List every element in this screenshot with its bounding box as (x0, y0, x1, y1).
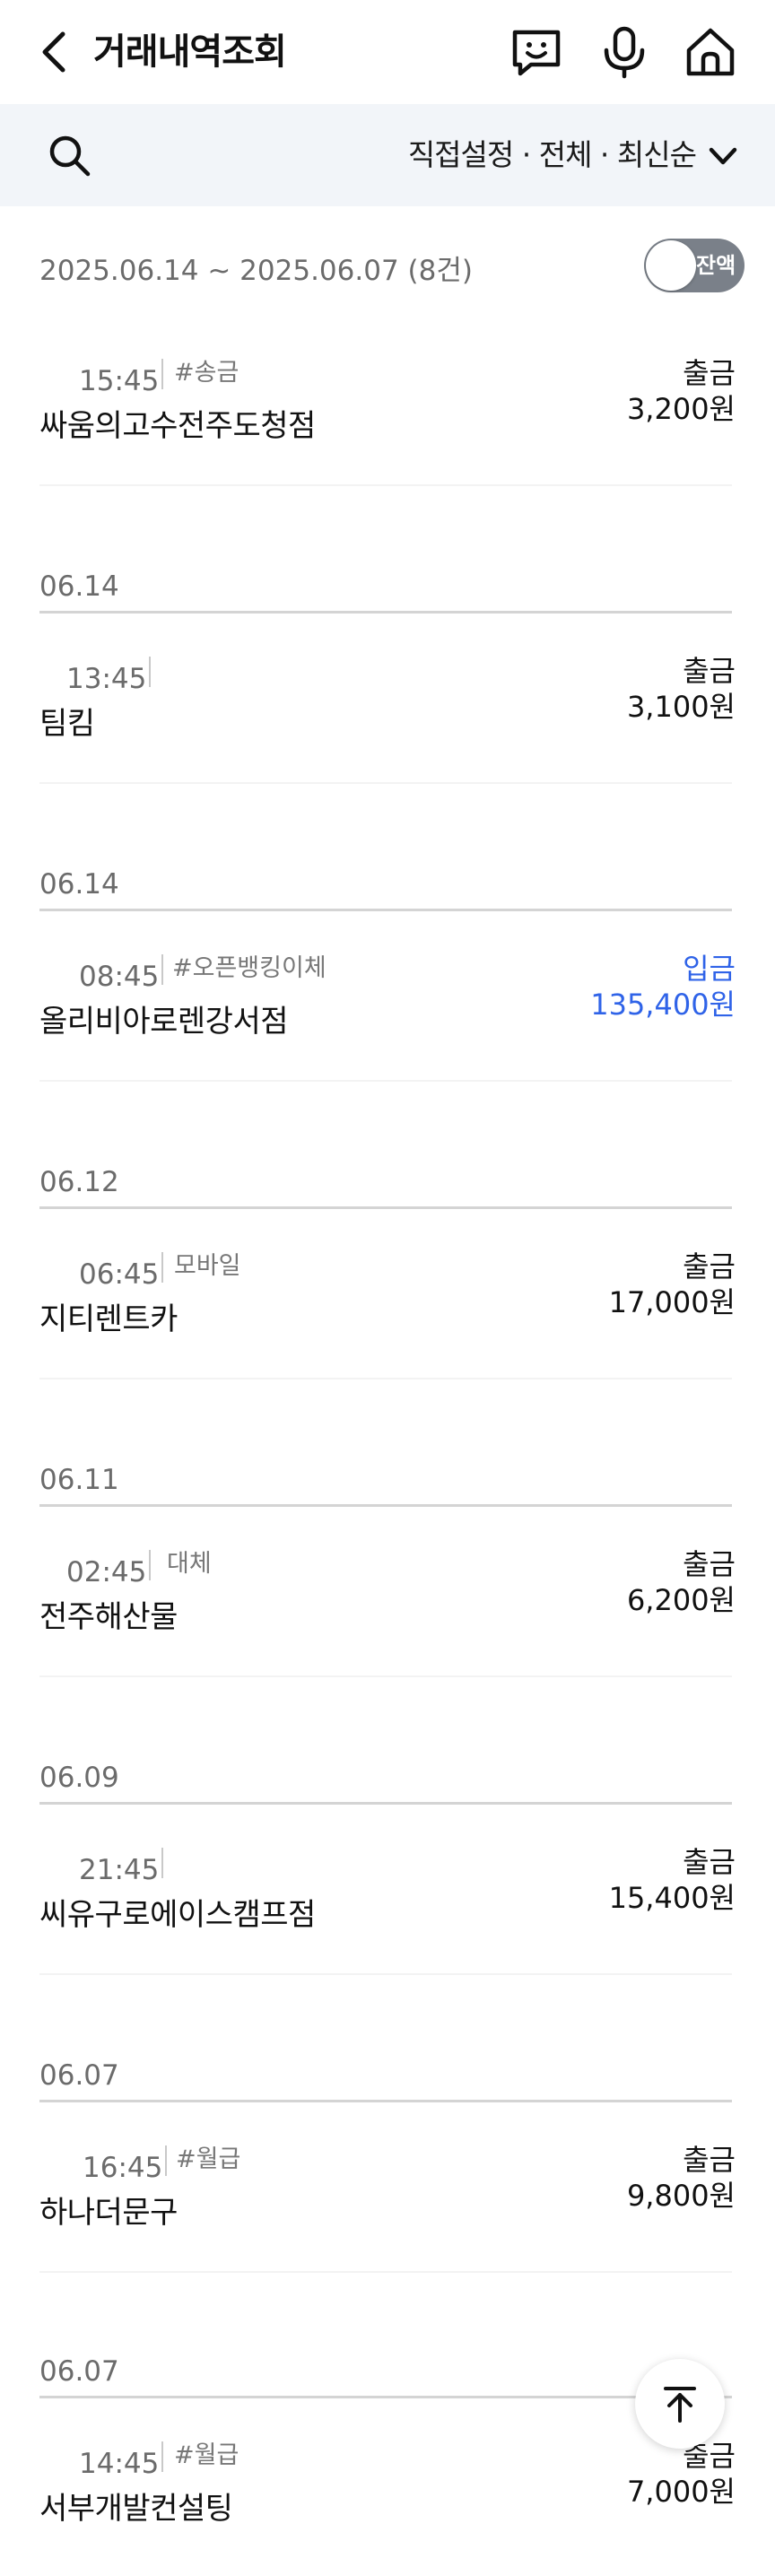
date-header: 06.07 (39, 2355, 119, 2388)
date-divider (39, 1206, 732, 1209)
date-header: 06.14 (39, 868, 119, 901)
transaction-amount: 17,000원 (608, 1285, 736, 1319)
time-separator (161, 1848, 163, 1878)
transaction-amount: 3,100원 (626, 690, 736, 724)
time-separator (149, 1550, 151, 1580)
transaction-item[interactable]: 14:45 #월급 서부개발컨설팅 출금 7,000원 (0, 2439, 775, 2576)
transaction-tag: #송금 (174, 359, 239, 387)
transaction-item[interactable]: 06:45 모바일 지티렌트카 출금 17,000원 (0, 1249, 775, 1387)
date-header: 06.12 (39, 1166, 119, 1198)
date-header: 06.07 (39, 2059, 119, 2092)
transaction-item[interactable]: 02:45 대체 전주해산물 출금 6,200원 (0, 1547, 775, 1684)
transaction-type: 출금 (683, 1845, 736, 1879)
time-separator (161, 359, 163, 389)
filter-bar: 직접설정 · 전체 · 최신순 (0, 104, 775, 206)
toggle-knob (646, 240, 696, 291)
transaction-type: 출금 (683, 356, 736, 390)
date-divider (39, 1504, 732, 1507)
transaction-merchant: 팀킴 (39, 706, 95, 742)
transaction-time: 15:45 (79, 365, 160, 397)
transaction-merchant: 지티렌트카 (39, 1301, 178, 1337)
transaction-item[interactable]: 16:45 #월급 하나더문구 출금 9,800원 (0, 2143, 775, 2280)
transaction-time: 14:45 (79, 2448, 160, 2480)
date-divider (39, 611, 732, 614)
transaction-merchant: 서부개발컨설팅 (39, 2491, 233, 2527)
date-header: 06.11 (39, 1464, 119, 1496)
transaction-amount: 15,400원 (608, 1881, 736, 1915)
transaction-tag: #오픈뱅킹이체 (172, 954, 327, 982)
page-title: 거래내역조회 (93, 31, 287, 73)
chat-bot-icon[interactable] (509, 25, 563, 79)
date-header: 06.09 (39, 1762, 119, 1794)
transaction-tag: #월급 (176, 2145, 241, 2173)
date-divider (39, 2396, 732, 2398)
row-divider (39, 1080, 732, 1082)
row-divider (39, 782, 732, 784)
transaction-type: 출금 (683, 1249, 736, 1284)
transaction-time: 02:45 (66, 1556, 147, 1588)
transaction-merchant: 씨유구로에이스캠프점 (39, 1897, 316, 1933)
transaction-item[interactable]: 13:45 팀킴 출금 3,100원 (0, 654, 775, 791)
transaction-time: 08:45 (79, 961, 160, 993)
date-divider (39, 909, 732, 911)
transaction-type: 출금 (683, 2143, 736, 2177)
transaction-item[interactable]: 21:45 씨유구로에이스캠프점 출금 15,400원 (0, 1845, 775, 1982)
transaction-time: 13:45 (66, 663, 147, 695)
transaction-tag: #월급 (174, 2441, 239, 2469)
transaction-merchant: 전주해산물 (39, 1599, 178, 1635)
time-separator (161, 954, 163, 985)
time-separator (161, 2441, 163, 2472)
chevron-down-icon[interactable] (707, 140, 739, 172)
date-divider (39, 2100, 732, 2102)
balance-toggle-label: 잔액 (696, 253, 736, 278)
transaction-type: 출금 (683, 1547, 736, 1581)
transaction-merchant: 올리비아로렌강서점 (39, 1004, 289, 1040)
row-divider (39, 1973, 732, 1975)
home-icon[interactable] (684, 25, 737, 79)
time-separator (165, 2145, 167, 2176)
row-divider (39, 1675, 732, 1677)
time-separator (161, 1252, 163, 1283)
back-arrow-icon[interactable] (36, 29, 75, 75)
row-divider (39, 484, 732, 486)
transaction-time: 21:45 (79, 1854, 160, 1886)
row-divider (39, 1378, 732, 1379)
app-header: 거래내역조회 (0, 0, 775, 104)
arrow-up-icon (664, 2387, 696, 2423)
balance-toggle[interactable]: 잔액 (644, 239, 745, 292)
date-divider (39, 1802, 732, 1805)
transaction-amount: 135,400원 (590, 988, 736, 1022)
transaction-merchant: 하나더문구 (39, 2195, 178, 2231)
time-separator (149, 657, 151, 687)
transaction-tag: 모바일 (174, 1252, 241, 1280)
filter-summary[interactable]: 직접설정 · 전체 · 최신순 (408, 131, 697, 179)
date-header: 06.14 (39, 570, 119, 603)
row-divider (39, 2271, 732, 2273)
transaction-time: 16:45 (83, 2152, 163, 2184)
transaction-item[interactable]: 08:45 #오픈뱅킹이체 올리비아로렌강서점 입금 135,400원 (0, 952, 775, 1089)
transaction-item[interactable]: 15:45 #송금 싸움의고수전주도청점 출금 3,200원 (0, 356, 775, 493)
scroll-to-top-button[interactable] (635, 2359, 725, 2449)
transaction-amount: 7,000원 (626, 2475, 736, 2509)
transaction-amount: 6,200원 (626, 1583, 736, 1617)
date-range-summary: 2025.06.14 ~ 2025.06.07 (8건) (39, 255, 473, 287)
microphone-icon[interactable] (597, 25, 651, 79)
transaction-type: 출금 (683, 654, 736, 688)
transaction-time: 06:45 (79, 1258, 160, 1291)
search-icon[interactable] (47, 133, 93, 179)
transaction-type: 입금 (683, 952, 736, 986)
transaction-amount: 3,200원 (626, 392, 736, 426)
transaction-amount: 9,800원 (626, 2179, 736, 2213)
transaction-tag: 대체 (167, 1550, 212, 1578)
transaction-merchant: 싸움의고수전주도청점 (39, 408, 316, 444)
